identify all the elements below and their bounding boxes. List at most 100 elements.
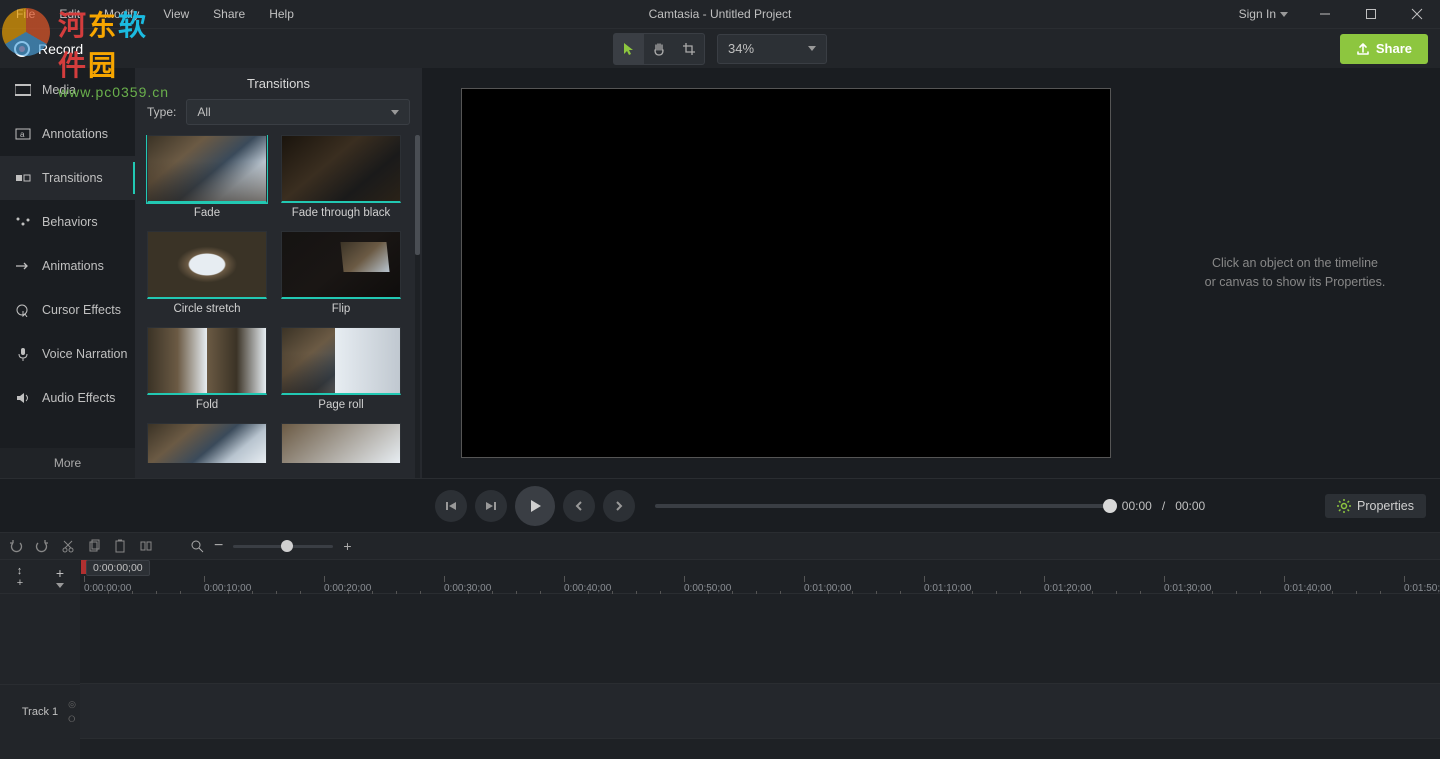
playback-total-time: 00:00: [1175, 499, 1205, 513]
transitions-type-dropdown[interactable]: All: [186, 99, 410, 125]
sidebar-item-behaviors[interactable]: Behaviors: [0, 200, 135, 244]
timeline-zoom-in[interactable]: +: [343, 538, 351, 554]
transition-item-fold[interactable]: Fold: [147, 327, 267, 411]
share-button[interactable]: Share: [1340, 34, 1428, 64]
timeline-add-track-button[interactable]: +: [40, 560, 80, 593]
playback-prev-frame-button[interactable]: [435, 490, 467, 522]
timeline-track-header[interactable]: Track 1 ◎ ⭘: [0, 684, 80, 739]
transition-label: Fade: [194, 207, 220, 219]
transition-item-page-roll[interactable]: Page roll: [281, 327, 401, 411]
microphone-icon: [14, 347, 32, 361]
svg-text:a: a: [20, 130, 25, 139]
zoom-magnifier-icon: [190, 539, 204, 553]
sidebar-item-label: Behaviors: [42, 215, 98, 229]
playback-prev-clip-button[interactable]: [563, 490, 595, 522]
sign-in-button[interactable]: Sign In: [1225, 7, 1302, 21]
transition-item-fade[interactable]: Fade: [147, 135, 267, 219]
slider-thumb[interactable]: [1103, 499, 1117, 513]
sidebar-item-label: Media: [42, 83, 76, 97]
transition-item-partial[interactable]: [147, 423, 267, 463]
transition-item-flip[interactable]: Flip: [281, 231, 401, 315]
tool-select[interactable]: [614, 34, 644, 64]
transition-label: Fold: [196, 399, 218, 411]
animations-icon: [14, 260, 32, 272]
crop-icon: [682, 42, 696, 56]
record-icon: [14, 41, 30, 57]
timeline-ruler[interactable]: 0:00:00;00 0:00:00;000:00:10;000:00:20;0…: [80, 560, 1440, 594]
sidebar-item-transitions[interactable]: Transitions: [0, 156, 135, 200]
undo-icon: [9, 539, 23, 553]
menu-file[interactable]: File: [4, 0, 47, 28]
timeline-paste-button[interactable]: [108, 534, 132, 558]
minimize-icon: [1319, 8, 1331, 20]
timeline-cut-button[interactable]: [56, 534, 80, 558]
sidebar-item-label: Transitions: [42, 171, 103, 185]
sidebar-item-annotations[interactable]: a Annotations: [0, 112, 135, 156]
sidebar-item-voice-narration[interactable]: Voice Narration: [0, 332, 135, 376]
sidebar-item-label: Voice Narration: [42, 347, 127, 361]
transitions-type-label: Type:: [147, 105, 176, 119]
window-minimize-button[interactable]: [1302, 0, 1348, 28]
transition-thumbnail: [147, 423, 267, 463]
transition-thumbnail: [281, 423, 401, 463]
menu-share[interactable]: Share: [201, 0, 257, 28]
canvas-surface[interactable]: [461, 88, 1111, 458]
track-label: Track 1: [22, 706, 58, 718]
canvas-zoom-value: 34%: [728, 41, 754, 56]
play-icon: [526, 497, 544, 515]
timeline-undo-button[interactable]: [4, 534, 28, 558]
scissors-icon: [61, 539, 75, 553]
transitions-scrollbar[interactable]: [415, 135, 420, 478]
sidebar-item-cursor-effects[interactable]: Cursor Effects: [0, 288, 135, 332]
timeline-tick: 0:00:50;00: [684, 576, 731, 594]
transition-item-partial[interactable]: [281, 423, 401, 463]
timeline-redo-button[interactable]: [30, 534, 54, 558]
timeline-add-marker-button[interactable]: ↕+: [0, 560, 40, 593]
record-button[interactable]: Record: [0, 29, 135, 69]
window-maximize-button[interactable]: [1348, 0, 1394, 28]
lock-icon[interactable]: ⭘: [68, 714, 76, 725]
transitions-icon: [14, 172, 32, 184]
timeline-tick: 0:01:50;0: [1404, 576, 1440, 594]
timeline-split-button[interactable]: [134, 534, 158, 558]
copy-icon: [87, 539, 101, 553]
timeline-track-row[interactable]: [80, 684, 1440, 739]
playback-play-button[interactable]: [515, 486, 555, 526]
sidebar-item-audio-effects[interactable]: Audio Effects: [0, 376, 135, 420]
menu-edit[interactable]: Edit: [47, 0, 92, 28]
menu-view[interactable]: View: [151, 0, 201, 28]
scrollbar-thumb[interactable]: [415, 135, 420, 255]
timeline-empty-area[interactable]: [80, 594, 1440, 684]
menu-help[interactable]: Help: [257, 0, 306, 28]
properties-empty-line2: or canvas to show its Properties.: [1205, 273, 1386, 292]
sidebar-item-label: Audio Effects: [42, 391, 115, 405]
eye-icon[interactable]: ◎: [68, 699, 76, 710]
timeline-zoom-out[interactable]: −: [214, 537, 223, 555]
timeline-tick: 0:00:40;00: [564, 576, 611, 594]
sidebar-item-label: Annotations: [42, 127, 108, 141]
transition-item-circle-stretch[interactable]: Circle stretch: [147, 231, 267, 315]
close-icon: [1411, 8, 1423, 20]
sidebar-more-button[interactable]: More: [0, 448, 135, 478]
playback-next-frame-button[interactable]: [475, 490, 507, 522]
timeline-tick: 0:01:20;00: [1044, 576, 1091, 594]
gear-icon: [1337, 499, 1351, 513]
sidebar-item-animations[interactable]: Animations: [0, 244, 135, 288]
window-close-button[interactable]: [1394, 0, 1440, 28]
timeline-zoom-slider[interactable]: [233, 545, 333, 548]
sidebar-item-media[interactable]: Media: [0, 68, 135, 112]
playback-progress-slider[interactable]: [655, 504, 1110, 508]
canvas-zoom-dropdown[interactable]: 34%: [717, 34, 827, 64]
tool-pan[interactable]: [644, 34, 674, 64]
timeline-copy-button[interactable]: [82, 534, 106, 558]
window-title: Camtasia - Untitled Project: [649, 7, 792, 21]
tool-crop[interactable]: [674, 34, 704, 64]
playback-next-clip-button[interactable]: [603, 490, 635, 522]
slider-thumb[interactable]: [281, 540, 293, 552]
transition-label: Fade through black: [292, 207, 390, 219]
menu-modify[interactable]: Modify: [92, 0, 151, 28]
speaker-icon: [14, 392, 32, 404]
properties-toggle-button[interactable]: Properties: [1325, 494, 1426, 518]
share-button-label: Share: [1376, 41, 1412, 56]
transition-item-fade-through-black[interactable]: Fade through black: [281, 135, 401, 219]
